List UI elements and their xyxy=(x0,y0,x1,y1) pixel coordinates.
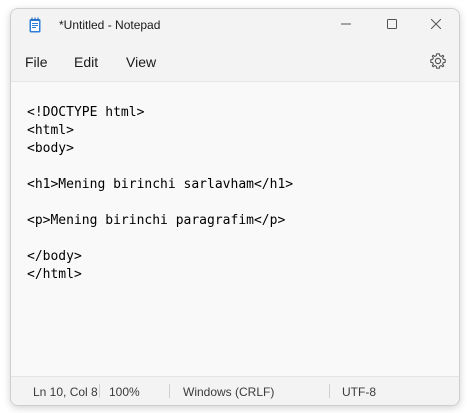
editor-line: <h1>Mening birinchi sarlavham</h1> xyxy=(27,177,294,192)
editor-line: </body> xyxy=(27,249,82,264)
settings-button[interactable] xyxy=(429,52,447,70)
menu-bar: File Edit View xyxy=(11,41,459,82)
text-editor[interactable]: <!DOCTYPE html> <html> <body> <h1>Mening… xyxy=(11,82,459,376)
status-divider xyxy=(169,384,170,398)
encoding: UTF-8 xyxy=(342,385,376,399)
editor-line: <p>Mening birinchi paragrafim</p> xyxy=(27,213,286,228)
cursor-position: Ln 10, Col 8 xyxy=(33,385,98,399)
editor-line: <html> xyxy=(27,123,74,138)
minimize-icon xyxy=(341,16,351,34)
window-title: *Untitled - Notepad xyxy=(59,18,161,32)
status-bar: Ln 10, Col 8 100% Windows (CRLF) UTF-8 xyxy=(11,376,459,405)
line-endings: Windows (CRLF) xyxy=(183,385,275,399)
maximize-button[interactable] xyxy=(369,9,415,41)
title-bar[interactable]: *Untitled - Notepad xyxy=(11,9,459,41)
zoom-level[interactable]: 100% xyxy=(109,385,140,399)
notepad-icon xyxy=(29,17,41,33)
menu-file[interactable]: File xyxy=(25,54,48,70)
status-divider xyxy=(329,384,330,398)
gear-icon xyxy=(429,53,447,74)
maximize-icon xyxy=(387,16,397,34)
menu-view[interactable]: View xyxy=(126,54,156,70)
minimize-button[interactable] xyxy=(323,9,369,41)
notepad-window: *Untitled - Notepad File Edit View <!DOC… xyxy=(10,8,460,406)
editor-line: <!DOCTYPE html> xyxy=(27,105,145,120)
close-icon xyxy=(430,16,442,34)
editor-line: <body> xyxy=(27,141,74,156)
close-button[interactable] xyxy=(413,9,459,41)
editor-line: </html> xyxy=(27,267,82,282)
menu-edit[interactable]: Edit xyxy=(74,54,98,70)
status-divider xyxy=(99,384,100,398)
